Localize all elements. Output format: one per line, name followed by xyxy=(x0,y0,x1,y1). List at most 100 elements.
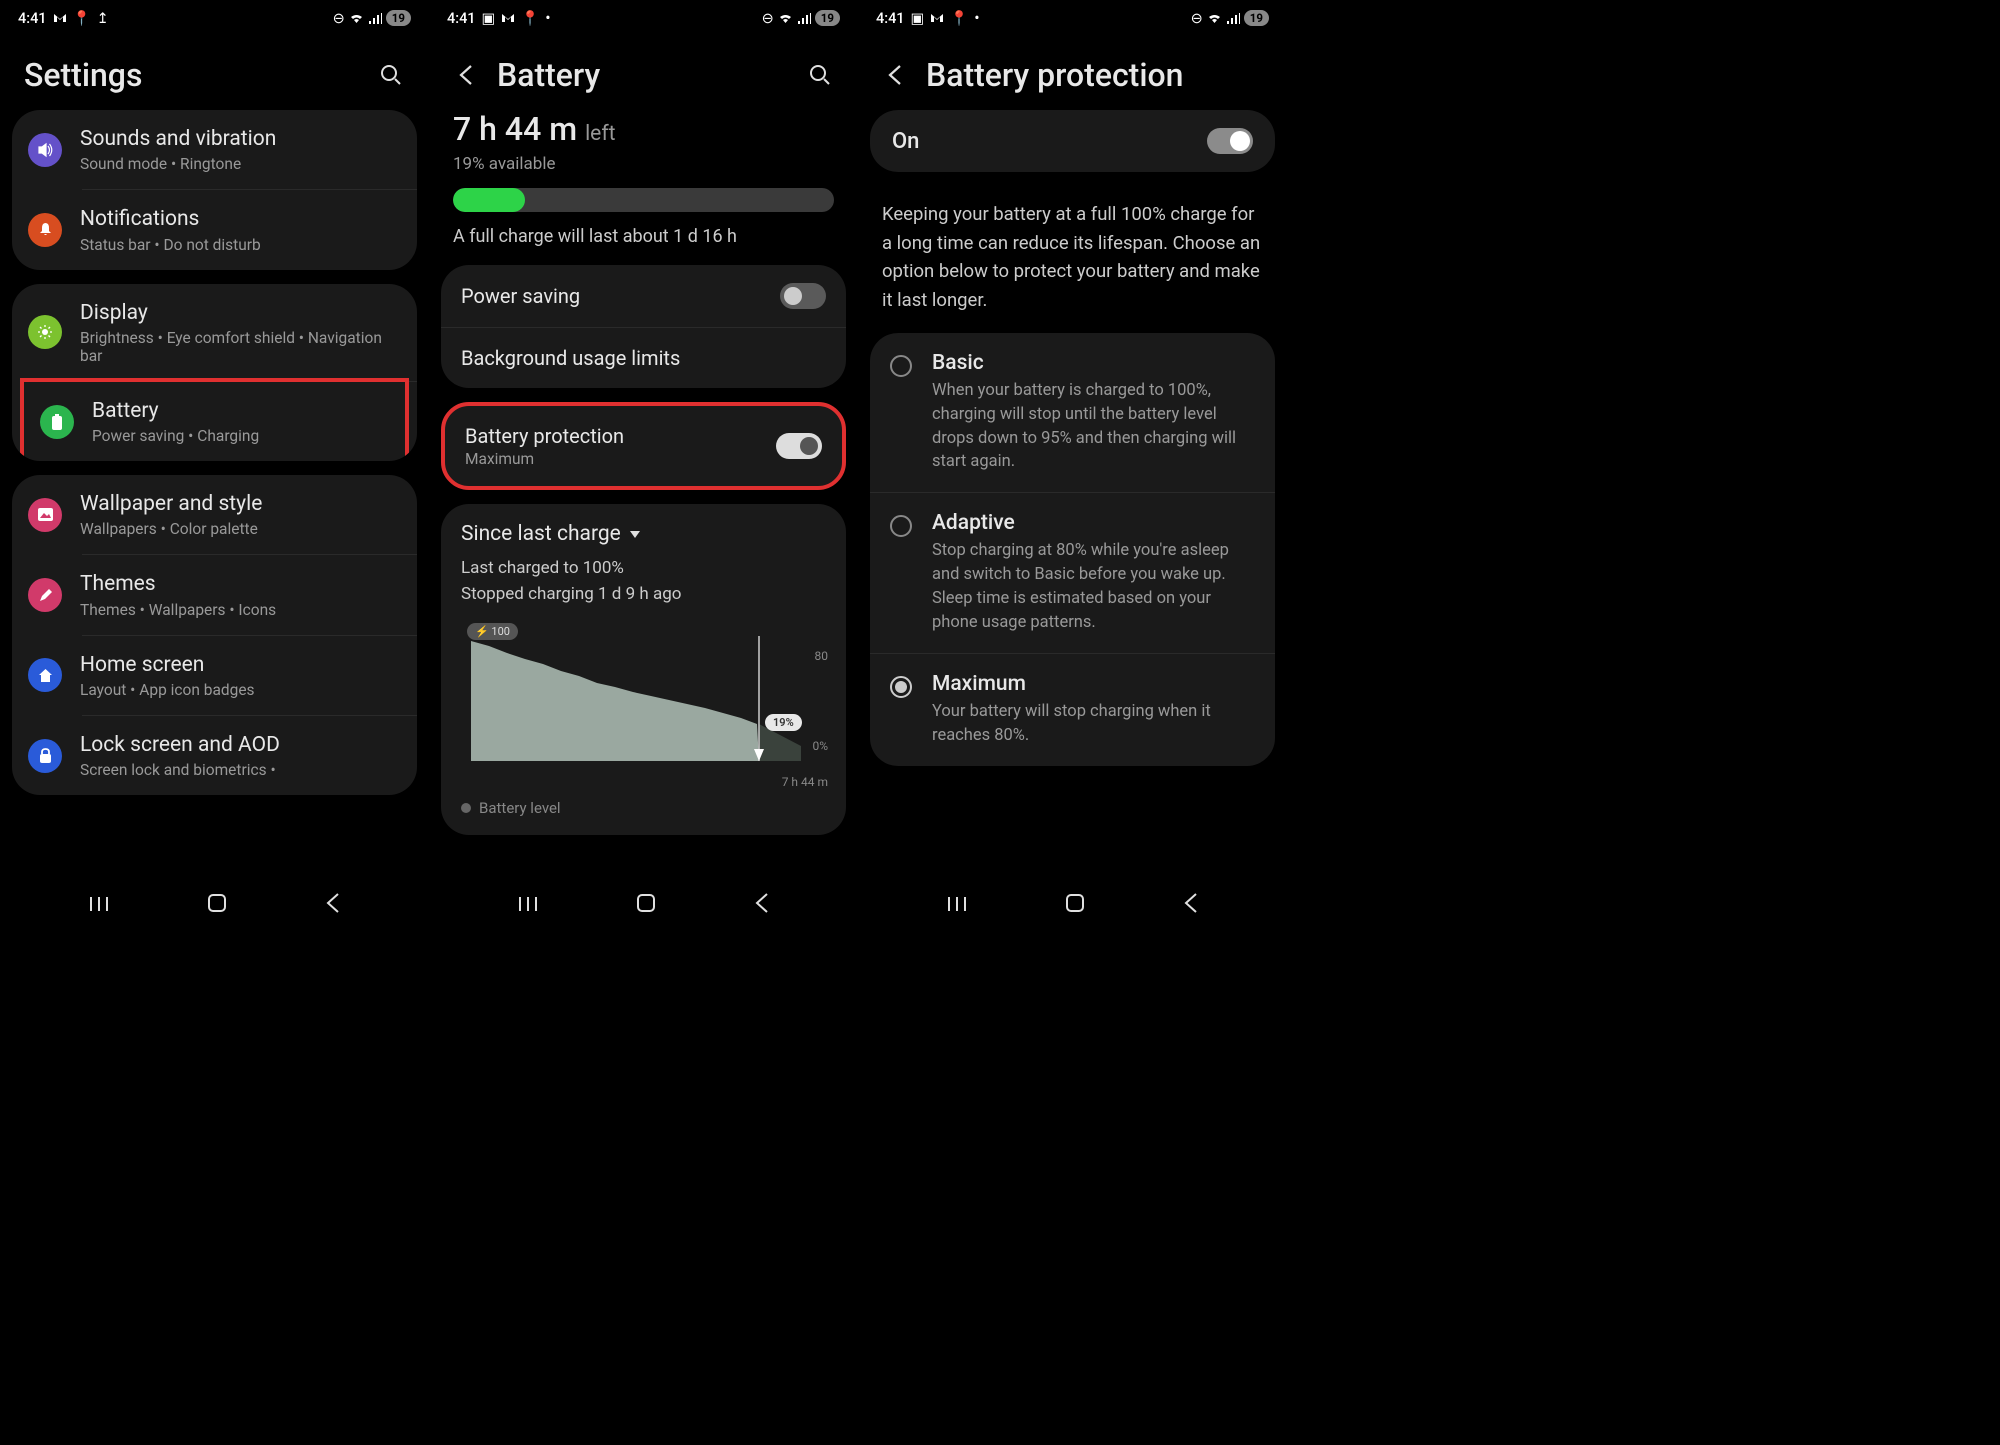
nav-home[interactable] xyxy=(1065,893,1085,919)
settings-item-battery[interactable]: Battery Power saving • Charging xyxy=(28,386,401,457)
highlight-battery-protection: Battery protection Maximum xyxy=(441,402,846,490)
battery-indicator: 19 xyxy=(1244,10,1269,26)
radio-adaptive[interactable] xyxy=(890,515,912,537)
since-charge-dropdown[interactable]: Since last charge xyxy=(461,522,826,546)
full-charge-estimate: A full charge will last about 1 d 16 h xyxy=(453,226,834,247)
item-title: Wallpaper and style xyxy=(80,491,401,518)
item-title: Display xyxy=(80,300,401,327)
option-adaptive[interactable]: Adaptive Stop charging at 80% while you'… xyxy=(870,492,1275,653)
dnd-icon: ⊖ xyxy=(1191,10,1203,27)
item-title: Home screen xyxy=(80,652,401,679)
settings-header: Settings xyxy=(0,32,429,110)
gmail-icon xyxy=(930,13,944,23)
battery-chart: ⚡ 100 19% 80 0% 7 h 44 m xyxy=(461,621,826,771)
item-title: Notifications xyxy=(80,206,401,233)
item-sub: Sound mode • Ringtone xyxy=(80,155,401,173)
brush-icon xyxy=(28,578,62,612)
option-title: Maximum xyxy=(932,672,1255,696)
back-icon[interactable] xyxy=(453,61,481,89)
location-icon: 📍 xyxy=(950,10,968,27)
nav-recents[interactable] xyxy=(947,894,967,919)
speaker-icon xyxy=(28,133,62,167)
chart-top-badge: ⚡ 100 xyxy=(467,623,518,640)
settings-item-display[interactable]: Display Brightness • Eye comfort shield … xyxy=(12,284,417,381)
gmail-icon xyxy=(501,13,515,23)
nav-recents[interactable] xyxy=(89,894,109,919)
radio-maximum[interactable] xyxy=(890,676,912,698)
battery-header-row: Battery xyxy=(429,32,858,110)
nav-recents[interactable] xyxy=(518,894,538,919)
back-icon[interactable] xyxy=(882,61,910,89)
power-saving-row[interactable]: Power saving xyxy=(441,265,846,327)
protection-master-toggle[interactable]: On xyxy=(870,110,1275,172)
settings-item-lockscreen[interactable]: Lock screen and AOD Screen lock and biom… xyxy=(12,716,417,795)
chart-now-pill: 19% xyxy=(765,714,802,731)
lock-icon xyxy=(28,739,62,773)
item-title: Sounds and vibration xyxy=(80,126,401,153)
page-title: Settings xyxy=(24,56,361,94)
setting-sub: Maximum xyxy=(465,450,624,468)
nav-bar xyxy=(858,881,1287,931)
last-charged: Last charged to 100% xyxy=(461,556,826,582)
nav-home[interactable] xyxy=(636,893,656,919)
settings-item-sounds[interactable]: Sounds and vibration Sound mode • Ringto… xyxy=(12,110,417,189)
battery-protection-screen: 4:41 ▣ 📍 • ⊖ 19 Battery protection On xyxy=(858,0,1287,931)
screenshot-icon: ▣ xyxy=(911,10,925,27)
screenshot-icon: ▣ xyxy=(482,10,496,27)
radio-basic[interactable] xyxy=(890,355,912,377)
option-maximum[interactable]: Maximum Your battery will stop charging … xyxy=(870,653,1275,766)
on-toggle[interactable] xyxy=(1207,128,1253,154)
highlight-battery: Battery Power saving • Charging xyxy=(20,378,409,461)
battery-settings-card-1: Power saving Background usage limits xyxy=(441,265,846,388)
chart-elapsed: 7 h 44 m xyxy=(782,775,828,789)
nav-back[interactable] xyxy=(1184,892,1198,920)
search-icon[interactable] xyxy=(806,61,834,89)
settings-item-themes[interactable]: Themes Themes • Wallpapers • Icons xyxy=(12,555,417,634)
setting-label: Background usage limits xyxy=(461,346,680,370)
wifi-icon xyxy=(778,12,793,24)
chart-svg xyxy=(461,621,821,761)
protection-options-card: Basic When your battery is charged to 10… xyxy=(870,333,1275,766)
nav-back[interactable] xyxy=(755,892,769,920)
page-title: Battery xyxy=(497,56,790,94)
protection-header-row: Battery protection xyxy=(858,32,1287,110)
axis-0: 0% xyxy=(812,739,828,753)
more-indicator: • xyxy=(545,10,550,27)
status-bar: 4:41 📍 ↥ ⊖ 19 xyxy=(0,0,429,32)
status-bar: 4:41 ▣ 📍 • ⊖ 19 xyxy=(429,0,858,32)
protection-description: Keeping your battery at a full 100% char… xyxy=(858,182,1287,333)
battery-indicator: 19 xyxy=(815,10,840,26)
item-title: Themes xyxy=(80,571,401,598)
settings-item-wallpaper[interactable]: Wallpaper and style Wallpapers • Color p… xyxy=(12,475,417,554)
battery-screen: 4:41 ▣ 📍 • ⊖ 19 Battery xyxy=(429,0,858,931)
item-sub: Screen lock and biometrics • xyxy=(80,761,401,779)
option-title: Adaptive xyxy=(932,511,1255,535)
battery-level-label: Battery level xyxy=(461,799,826,817)
nav-back[interactable] xyxy=(326,892,340,920)
signal-icon xyxy=(1226,13,1240,24)
location-icon: 📍 xyxy=(73,10,91,27)
battery-icon xyxy=(40,405,74,439)
battery-protection-toggle[interactable] xyxy=(776,433,822,459)
option-basic[interactable]: Basic When your battery is charged to 10… xyxy=(870,333,1275,493)
bg-usage-row[interactable]: Background usage limits xyxy=(441,327,846,388)
item-sub: Themes • Wallpapers • Icons xyxy=(80,601,401,619)
since-charge-card: Since last charge Last charged to 100% S… xyxy=(441,504,846,835)
power-saving-toggle[interactable] xyxy=(780,283,826,309)
on-label: On xyxy=(892,129,919,154)
battery-protection-row[interactable]: Battery protection Maximum xyxy=(445,406,842,486)
wifi-icon xyxy=(1207,12,1222,24)
settings-item-notifications[interactable]: Notifications Status bar • Do not distur… xyxy=(12,190,417,269)
settings-group-2: Display Brightness • Eye comfort shield … xyxy=(12,284,417,462)
status-time: 4:41 xyxy=(18,10,47,27)
battery-available: 19% available xyxy=(453,154,834,174)
search-icon[interactable] xyxy=(377,61,405,89)
location-icon: 📍 xyxy=(521,10,539,27)
picture-icon xyxy=(28,498,62,532)
option-title: Basic xyxy=(932,351,1255,375)
nav-bar xyxy=(429,881,858,931)
setting-label: Power saving xyxy=(461,284,580,308)
page-title: Battery protection xyxy=(926,56,1263,94)
settings-item-homescreen[interactable]: Home screen Layout • App icon badges xyxy=(12,636,417,715)
nav-home[interactable] xyxy=(207,893,227,919)
